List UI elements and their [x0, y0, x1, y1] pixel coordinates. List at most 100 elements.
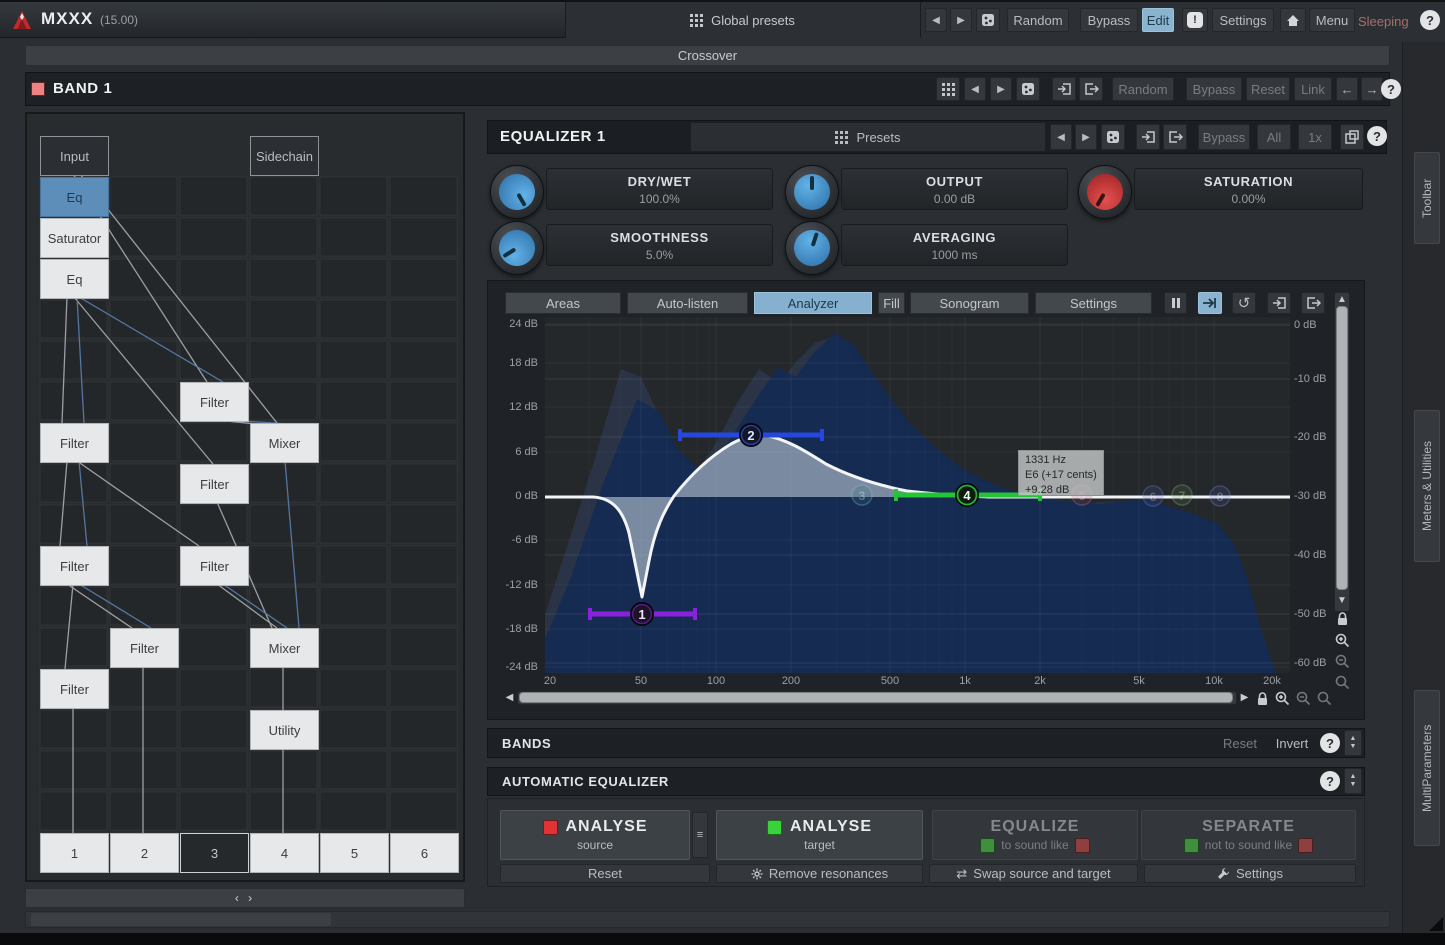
window-resize-handle[interactable] [1429, 917, 1443, 931]
node-filter-2[interactable]: Filter [40, 423, 109, 463]
plot-scroll-left-icon[interactable]: ◀ [503, 690, 516, 705]
dice-random-icon[interactable] [976, 8, 1000, 32]
output-5[interactable]: 5 [320, 833, 389, 873]
output-value-box[interactable]: OUTPUT 0.00 dB [841, 168, 1068, 210]
plot-vscroll-thumb[interactable] [1336, 306, 1348, 590]
eq-all-button[interactable]: All [1257, 124, 1291, 150]
eq-paste-icon[interactable] [1136, 124, 1160, 150]
band-presets-grid-icon[interactable] [936, 77, 960, 101]
preset-next-button[interactable]: ▶ [950, 8, 972, 32]
band-next-button[interactable]: ▶ [990, 77, 1012, 101]
eq-copy-icon[interactable] [1163, 124, 1187, 150]
node-filter-5[interactable]: Filter [180, 546, 249, 586]
eq-band-8[interactable]: 8 [1210, 486, 1230, 506]
node-filter-4[interactable]: Filter [40, 546, 109, 586]
drywet-value-box[interactable]: DRY/WET 100.0% [546, 168, 773, 210]
band-copy-icon[interactable] [1079, 77, 1103, 101]
output-4[interactable]: 4 [250, 833, 319, 873]
remove-resonances-button[interactable]: Remove resonances [716, 864, 923, 883]
alert-button[interactable]: ! [1182, 8, 1208, 32]
eq-band-6[interactable]: 6 [1143, 486, 1163, 506]
source-menu-button[interactable]: ≡ [692, 812, 708, 858]
drywet-knob[interactable] [490, 165, 544, 219]
averaging-value-box[interactable]: AVERAGING 1000 ms [841, 224, 1068, 266]
node-filter-6[interactable]: Filter [110, 628, 179, 668]
eq-plot[interactable]: 1 2 3 4 5 6 [545, 317, 1290, 673]
band-prev-button[interactable]: ◀ [964, 77, 986, 101]
plot-scroll-up-icon[interactable]: ▲ [1334, 293, 1350, 305]
plot-scroll-down-icon[interactable]: ▼ [1334, 594, 1350, 606]
settings-button[interactable]: Settings [1212, 8, 1274, 32]
eq-preset-next-button[interactable]: ▶ [1075, 124, 1097, 150]
auto-eq-settings-button[interactable]: Settings [1144, 864, 1356, 883]
analyse-source-button[interactable]: ANALYSE source [500, 810, 690, 860]
node-input[interactable]: Input [40, 136, 109, 176]
equalize-button[interactable]: EQUALIZE to sound like [932, 810, 1138, 860]
band-back-button[interactable]: ← [1336, 77, 1358, 101]
eq-band-3[interactable]: 3 [852, 485, 872, 505]
band-forward-button[interactable]: → [1361, 77, 1383, 101]
swap-source-target-button[interactable]: ⇄ Swap source and target [929, 864, 1138, 883]
tab-analyzer[interactable]: Analyzer [754, 292, 872, 314]
bands-collapse-spinner[interactable]: ▲▼ [1344, 730, 1362, 756]
band-help-button[interactable]: ? [1381, 79, 1401, 99]
global-presets-button[interactable]: Global presets [565, 2, 920, 38]
analyzer-pause-button[interactable] [1164, 292, 1187, 314]
output-6[interactable]: 6 [390, 833, 459, 873]
auto-eq-reset-button[interactable]: Reset [500, 864, 710, 883]
smoothness-knob[interactable] [490, 221, 544, 275]
output-1[interactable]: 1 [40, 833, 109, 873]
separate-button[interactable]: SEPARATE not to sound like [1141, 810, 1356, 860]
horizontal-lock-icon[interactable] [1255, 691, 1269, 706]
side-tab-meters-utilities[interactable]: Meters & Utilities [1414, 410, 1440, 562]
band-dice-icon[interactable] [1016, 77, 1040, 101]
help-button[interactable]: ? [1420, 10, 1440, 30]
vertical-zoom-out-icon[interactable] [1334, 652, 1351, 670]
plot-scroll-right-icon[interactable]: ▶ [1238, 690, 1251, 705]
eq-detach-icon[interactable] [1340, 124, 1364, 150]
node-filter-3[interactable]: Filter [180, 464, 249, 504]
eq-bypass-button[interactable]: Bypass [1198, 124, 1250, 150]
eq-1x-button[interactable]: 1x [1298, 124, 1332, 150]
bands-help-button[interactable]: ? [1320, 733, 1340, 753]
analyzer-reset-button[interactable]: ↺ [1232, 292, 1256, 314]
band-random-button[interactable]: Random [1112, 77, 1174, 101]
analyzer-paste-icon[interactable] [1267, 292, 1291, 314]
eq-dice-icon[interactable] [1101, 124, 1125, 150]
menu-button[interactable]: Menu [1309, 8, 1355, 32]
node-sidechain[interactable]: Sidechain [250, 136, 319, 176]
tab-areas[interactable]: Areas [505, 292, 621, 314]
node-filter-7[interactable]: Filter [40, 669, 109, 709]
bypass-button[interactable]: Bypass [1080, 8, 1138, 32]
plot-hscroll-thumb[interactable] [519, 692, 1233, 703]
horizontal-zoom-out-icon[interactable] [1295, 690, 1312, 707]
smoothness-value-box[interactable]: SMOOTHNESS 5.0% [546, 224, 773, 266]
eq-preset-prev-button[interactable]: ◀ [1050, 124, 1072, 150]
band-paste-icon[interactable] [1052, 77, 1076, 101]
crossover-bar[interactable]: Crossover [25, 45, 1390, 66]
tab-sonogram[interactable]: Sonogram [910, 292, 1029, 314]
tab-fill[interactable]: Fill [878, 292, 905, 314]
preset-prev-button[interactable]: ◀ [925, 8, 947, 32]
auto-eq-section-bar[interactable]: AUTOMATIC EQUALIZER [487, 767, 1365, 796]
eq-band-7[interactable]: 7 [1172, 485, 1192, 505]
vertical-zoom-in-icon[interactable] [1334, 631, 1351, 649]
output-3[interactable]: 3 [180, 833, 249, 873]
node-eq2[interactable]: Eq [40, 259, 109, 299]
eq-help-button[interactable]: ? [1367, 126, 1387, 146]
node-mixer-2[interactable]: Mixer [250, 628, 319, 668]
band-link-button[interactable]: Link [1294, 77, 1332, 101]
tab-settings[interactable]: Settings [1035, 292, 1152, 314]
output-2[interactable]: 2 [110, 833, 179, 873]
vertical-lock-icon[interactable] [1335, 611, 1350, 627]
horizontal-zoom-in-icon[interactable] [1274, 690, 1291, 707]
node-utility[interactable]: Utility [250, 710, 319, 750]
bands-invert-button[interactable]: Invert [1268, 732, 1316, 754]
tab-auto-listen[interactable]: Auto-listen [627, 292, 748, 314]
graph-horizontal-scrollbar[interactable]: ‹ › [25, 888, 465, 908]
node-mixer-1[interactable]: Mixer [250, 423, 319, 463]
node-eq-selected[interactable]: Eq [40, 177, 109, 217]
side-tab-multiparameters[interactable]: MultiParameters [1414, 690, 1440, 846]
bands-reset-button[interactable]: Reset [1216, 732, 1264, 754]
band1-color-swatch[interactable] [31, 82, 45, 96]
